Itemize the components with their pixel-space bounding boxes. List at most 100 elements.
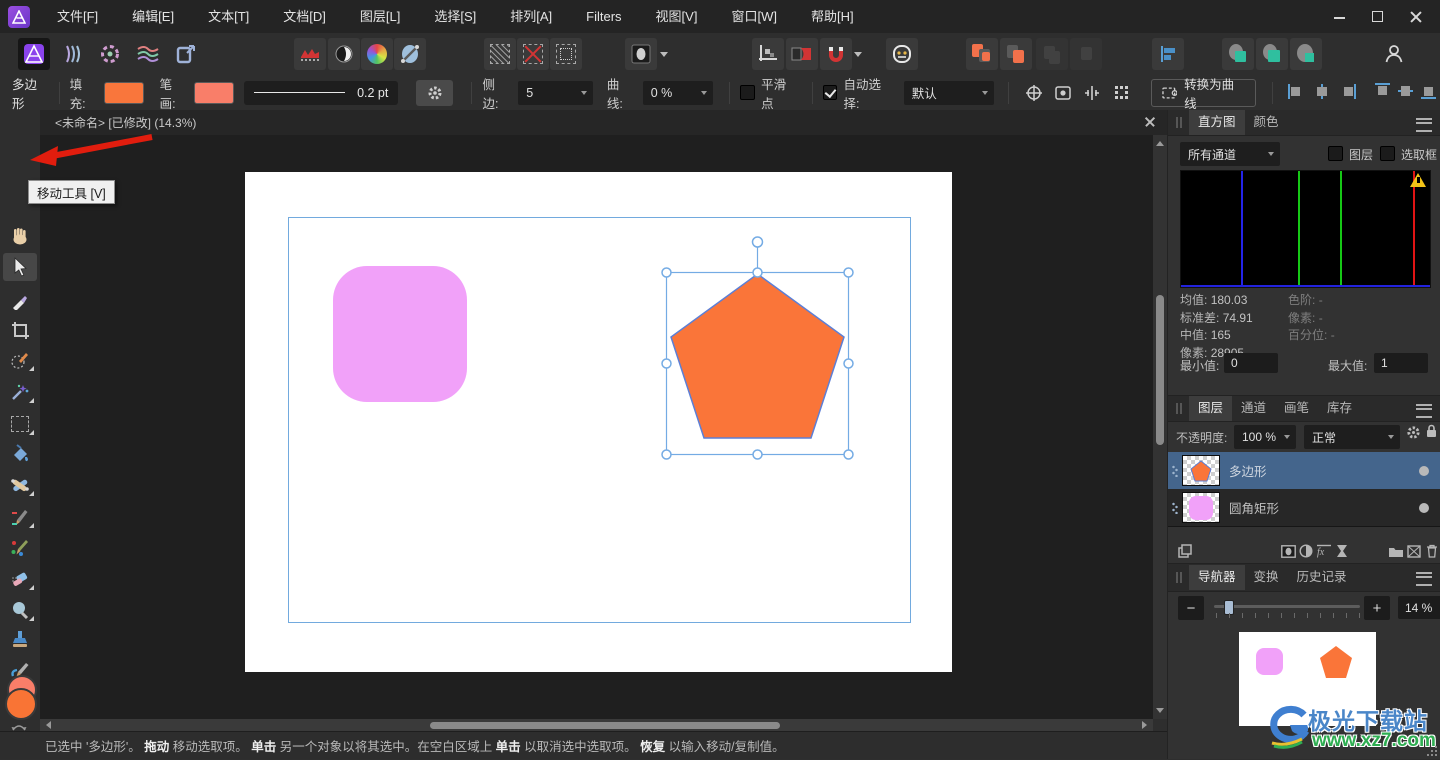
document-tab[interactable]: <未命名> [已修改] (14.3%) [40,114,196,131]
clipping-warning-icon[interactable] [1410,173,1426,187]
zoom-value-input[interactable]: 14 % [1398,596,1440,619]
zoom-in-button[interactable]: + [1364,596,1390,620]
crop-tool[interactable] [3,316,37,344]
zoom-slider[interactable] [1214,605,1360,608]
stroke-swatch[interactable] [194,82,233,104]
opacity-dropdown[interactable]: 100 % [1234,425,1296,449]
scroll-left-icon[interactable] [46,721,51,729]
fill-color-swatch[interactable] [5,688,37,720]
layer-visibility-toggle[interactable] [1419,503,1429,513]
menu-filters[interactable]: Filters [569,0,638,33]
align-center-icon[interactable] [1313,84,1331,102]
group-layers-icon[interactable] [1387,542,1405,560]
export-persona-icon[interactable] [170,38,202,70]
fill-swatch[interactable] [104,82,143,104]
maximize-icon[interactable] [1372,11,1384,23]
autoselect-dropdown[interactable]: 默认 [904,81,994,105]
tab-stock[interactable]: 库存 [1318,396,1361,421]
adjustment-layer-icon[interactable] [1297,542,1315,560]
navigator-thumbnail[interactable] [1239,632,1376,726]
account-icon[interactable] [1378,38,1410,70]
develop-persona-icon[interactable] [94,38,126,70]
assistant-icon[interactable] [886,38,918,70]
channels-icon[interactable] [786,38,818,70]
clone-stamp-tool[interactable] [3,625,37,653]
dodge-tool[interactable] [3,596,37,624]
new-layer-icon[interactable] [1405,542,1423,560]
layer-visibility-toggle[interactable] [1419,466,1429,476]
menu-text[interactable]: 文本[T] [191,0,266,33]
lock-button[interactable] [1425,424,1438,442]
menu-file[interactable]: 文件[F] [40,0,115,33]
horizontal-scrollbar[interactable] [40,719,1153,731]
tab-color[interactable]: 颜色 [1245,110,1288,135]
scroll-down-icon[interactable] [1156,708,1164,713]
insert-behind-icon[interactable] [966,38,998,70]
duplicate-layer-icon[interactable] [1176,542,1194,560]
color-picker-tool[interactable] [3,287,37,315]
eraser-tool[interactable] [3,565,37,593]
max-input[interactable]: 1 [1374,353,1428,373]
photo-persona-icon[interactable] [18,38,50,70]
sides-dropdown[interactable]: 5 [518,81,593,105]
flood-fill-tool[interactable] [3,440,37,468]
zoom-out-button[interactable]: − [1178,596,1204,620]
align-bottom-icon[interactable] [1421,82,1436,103]
fill-stroke-swatches[interactable] [4,675,36,731]
tab-transform[interactable]: 变换 [1245,565,1288,590]
auto-colors-icon[interactable] [361,38,393,70]
live-filter-icon[interactable] [1333,542,1351,560]
menu-help[interactable]: 帮助[H] [794,0,871,33]
cycle-selection-box-icon[interactable] [1021,81,1046,105]
move-tool[interactable] [3,253,37,281]
channel-dropdown[interactable]: 所有通道 [1180,142,1280,166]
insert-inside-icon[interactable] [1036,38,1068,70]
minimize-icon[interactable] [1334,11,1346,23]
flood-select-tool[interactable] [3,378,37,406]
mask-layer-icon[interactable] [1279,542,1297,560]
curve-dropdown[interactable]: 0 % [643,81,714,105]
deselect-icon[interactable] [484,38,516,70]
panel-grip-icon[interactable] [1176,572,1182,583]
insert-top-icon[interactable] [1000,38,1032,70]
histogram-marquee-checkbox[interactable] [1380,146,1395,161]
alignment-icon[interactable] [1152,38,1184,70]
tab-layers[interactable]: 图层 [1189,396,1232,421]
panel-grip-icon[interactable] [1176,403,1182,414]
tone-mapping-persona-icon[interactable] [132,38,164,70]
align-top-icon[interactable] [1375,82,1390,103]
panel-menu-icon[interactable] [1416,118,1432,132]
flip-handles-icon[interactable] [1080,81,1105,105]
min-input[interactable]: 0 [1224,353,1278,373]
menu-view[interactable]: 视图[V] [639,0,715,33]
liquify-persona-icon[interactable] [56,38,88,70]
menu-arrange[interactable]: 排列[A] [493,0,569,33]
auto-contrast-icon[interactable] [328,38,360,70]
canvas-viewport[interactable] [40,135,1153,719]
invert-selection-icon[interactable] [517,38,549,70]
blend-mode-dropdown[interactable]: 正常 [1304,425,1400,449]
snapping-magnet-icon[interactable] [820,38,852,70]
close-icon[interactable] [1410,11,1422,23]
menu-layer[interactable]: 图层[L] [343,0,417,33]
show-rotation-center-icon[interactable] [1050,81,1075,105]
tab-channels[interactable]: 通道 [1232,396,1275,421]
vertical-scroll-thumb[interactable] [1156,295,1164,445]
menu-document[interactable]: 文档[D] [266,0,343,33]
snapping-chevron-icon[interactable] [852,38,864,70]
layer-drag-handle[interactable] [1168,489,1182,526]
blend-options-button[interactable] [1406,425,1421,443]
selection-brush-tool[interactable] [3,346,37,374]
boolean-add-icon[interactable] [1222,38,1254,70]
pixel-tool[interactable] [3,533,37,561]
tab-history[interactable]: 历史记录 [1288,565,1356,590]
layer-row-pentagon[interactable]: 多边形 [1168,452,1440,490]
align-middle-icon[interactable] [1398,82,1413,103]
color-replacement-tool[interactable] [3,503,37,531]
transform-origin-icon[interactable] [752,38,784,70]
menu-select[interactable]: 选择[S] [417,0,493,33]
insert-below-icon[interactable] [1070,38,1102,70]
gradient-tool[interactable] [3,471,37,499]
layer-drag-handle[interactable] [1168,452,1182,489]
layer-effects-icon[interactable]: fx [1315,542,1333,560]
